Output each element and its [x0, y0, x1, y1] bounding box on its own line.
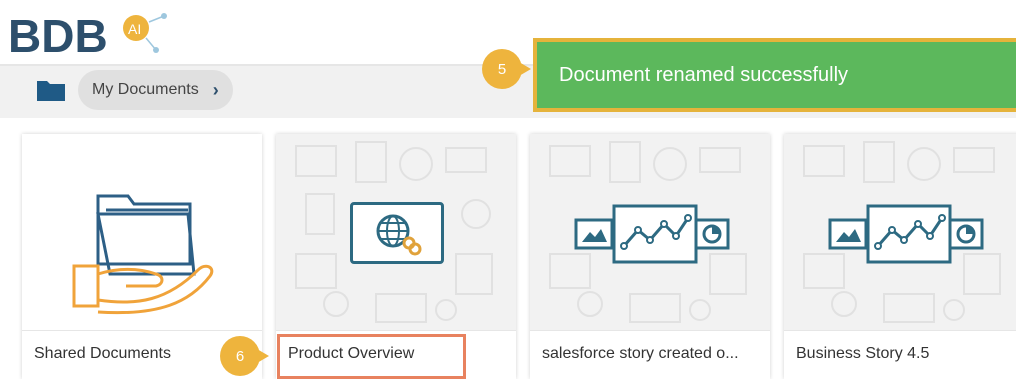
- step-number: 5: [497, 60, 507, 78]
- bdb-ai-logo: BDB AI: [8, 10, 167, 62]
- chevron-right-icon: ›: [212, 79, 219, 100]
- toast-message: Document renamed successfully: [559, 63, 849, 86]
- card-thumbnail: [784, 134, 1016, 330]
- breadcrumb-my-documents[interactable]: My Documents ›: [78, 70, 233, 110]
- breadcrumb-label: My Documents: [92, 81, 199, 98]
- story-chart-icon: [828, 204, 984, 264]
- shared-folder-hand-icon: [72, 194, 214, 315]
- success-toast: Document renamed successfully: [533, 38, 1016, 112]
- card-title: Business Story 4.5: [784, 330, 1016, 379]
- logo-badge: AI: [128, 21, 141, 37]
- step-number: 6: [235, 347, 245, 365]
- card-title: salesforce story created o...: [530, 330, 770, 379]
- card-thumbnail: [276, 134, 516, 330]
- card-thumbnail: [22, 134, 262, 330]
- step-marker-5: 5: [482, 49, 531, 89]
- step-marker-6: 6: [220, 336, 269, 376]
- folder-icon[interactable]: [36, 78, 66, 102]
- logo-text: BDB: [8, 10, 108, 62]
- document-card-business-story[interactable]: Business Story 4.5: [784, 134, 1016, 379]
- rename-highlight-box: [277, 334, 466, 379]
- card-thumbnail: [530, 134, 770, 330]
- document-card-salesforce-story[interactable]: salesforce story created o...: [530, 134, 770, 379]
- story-chart-icon: [574, 204, 730, 264]
- globe-link-icon: [350, 202, 444, 264]
